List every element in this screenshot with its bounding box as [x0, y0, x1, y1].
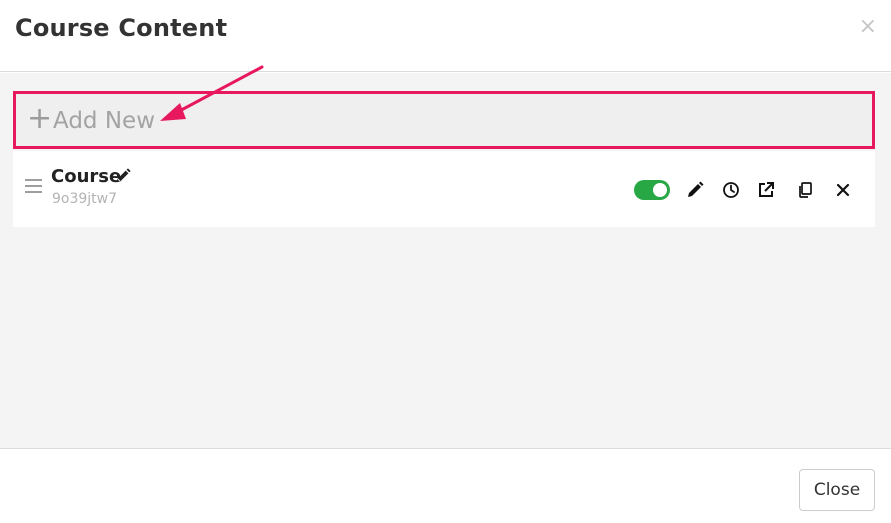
drag-handle-icon[interactable] — [25, 179, 42, 195]
modal-body: + Add New Course 9o39jtw7 — [0, 65, 891, 448]
external-link-icon[interactable] — [756, 180, 776, 200]
item-title: Course — [51, 166, 122, 187]
list-item: Course 9o39jtw7 — [13, 151, 875, 227]
modal-footer: Close — [0, 448, 891, 523]
copy-icon[interactable] — [795, 180, 815, 200]
pencil-icon[interactable] — [114, 167, 132, 185]
close-button[interactable]: Close — [799, 469, 875, 511]
modal-header: Course Content × — [0, 0, 891, 72]
toggle-knob — [653, 183, 667, 197]
annotation-arrow-icon — [160, 65, 264, 121]
delete-close-icon[interactable] — [833, 180, 853, 200]
enabled-toggle[interactable] — [634, 180, 670, 200]
modal-close-icon[interactable]: × — [859, 16, 877, 38]
modal-title: Course Content — [15, 14, 228, 42]
clock-icon[interactable] — [721, 180, 741, 200]
item-id: 9o39jtw7 — [52, 191, 118, 207]
add-new-label: Add New — [53, 108, 156, 134]
add-new-button[interactable]: + Add New — [13, 91, 875, 149]
plus-icon: + — [27, 101, 53, 136]
edit-pencil-icon[interactable] — [685, 180, 705, 200]
